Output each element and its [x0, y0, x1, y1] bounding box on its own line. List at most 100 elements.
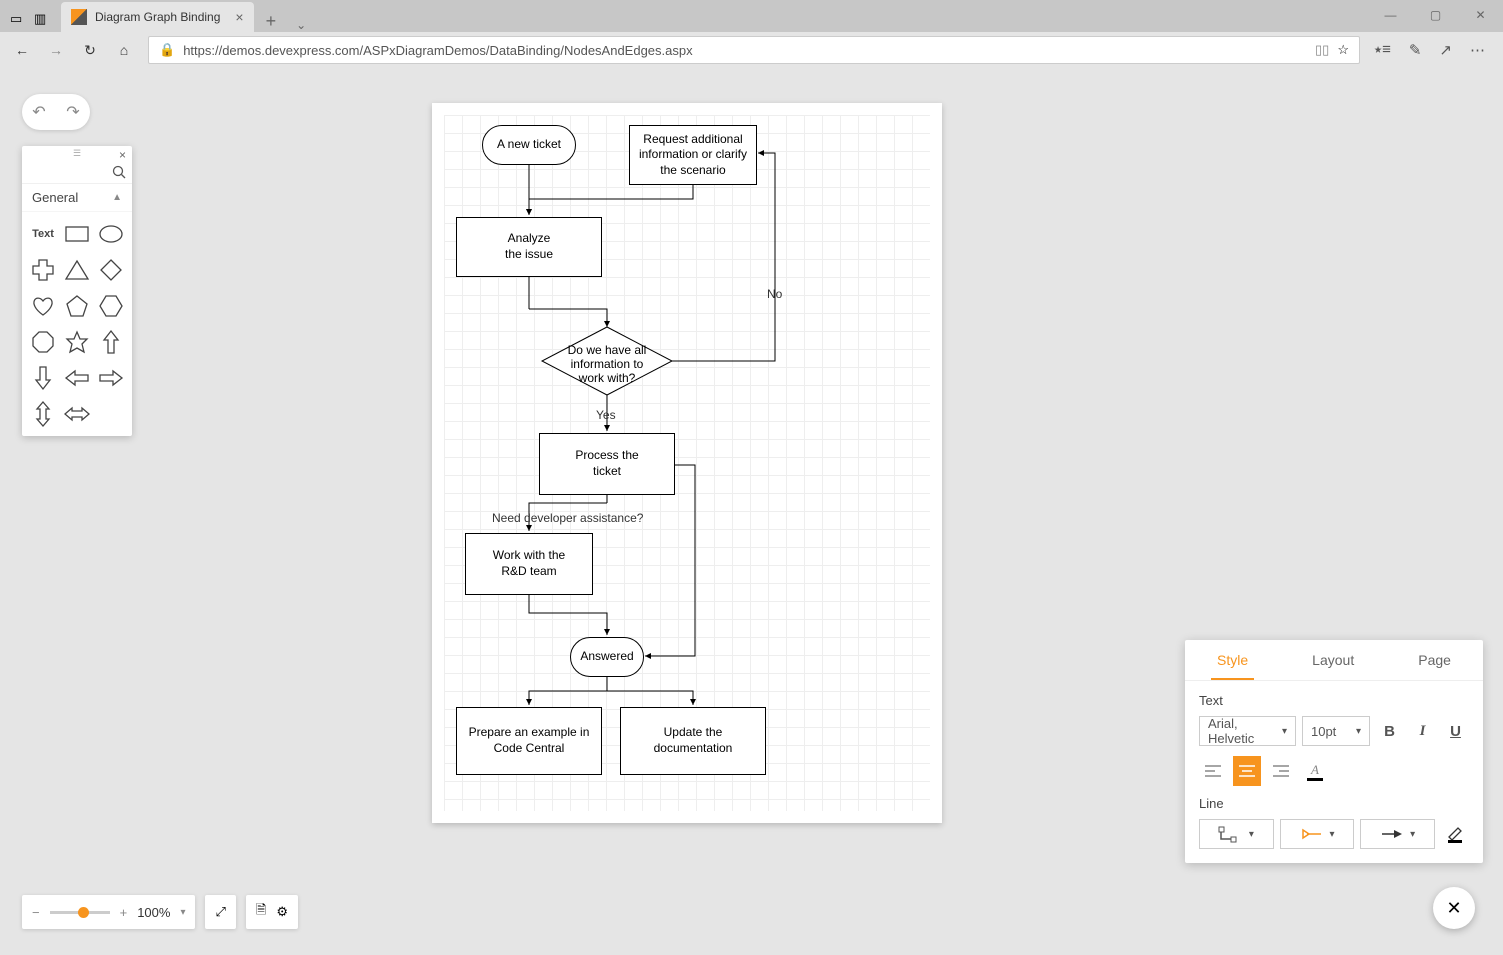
toolbox-group-header[interactable]: General ▲ — [22, 184, 132, 212]
undo-button[interactable]: ↶ — [32, 102, 45, 122]
italic-button[interactable]: I — [1409, 716, 1436, 746]
redo-button[interactable]: ↷ — [66, 102, 79, 122]
shape-up-arrow[interactable] — [96, 326, 126, 358]
tab-overflow-chevron-icon[interactable]: ⌄ — [288, 18, 314, 32]
line-style-dropdown[interactable]: ▾ — [1199, 819, 1274, 849]
tabs-icon2[interactable]: ▥ — [34, 11, 48, 25]
bold-button[interactable]: B — [1376, 716, 1403, 746]
url-box[interactable]: 🔒 ▯▯ ☆ — [148, 36, 1360, 64]
align-left-button[interactable] — [1199, 756, 1227, 786]
address-bar: ← → ↻ ⌂ 🔒 ▯▯ ☆ ⭑≡ ✎ ↗ ⋯ — [0, 32, 1503, 68]
node-prepare-example[interactable]: Prepare an example inCode Central — [456, 707, 602, 775]
shape-heart[interactable] — [28, 290, 58, 322]
diagram-canvas[interactable]: A new ticket Request additionalinformati… — [432, 103, 942, 823]
line-end-dropdown[interactable]: ▾ — [1360, 819, 1435, 849]
shape-hexagon[interactable] — [96, 290, 126, 322]
shape-left-arrow[interactable] — [62, 362, 92, 394]
toolbox-search[interactable] — [22, 161, 132, 184]
fullscreen-icon: ⤢ — [215, 904, 225, 920]
node-update-docs[interactable]: Update thedocumentation — [620, 707, 766, 775]
font-size-dropdown[interactable]: 10pt▾ — [1302, 716, 1370, 746]
zoom-value: 100% — [137, 905, 170, 920]
tab-page[interactable]: Page — [1412, 652, 1457, 680]
fullscreen-button[interactable]: ⤢ — [205, 895, 235, 929]
close-window-button[interactable]: ✕ — [1458, 0, 1503, 30]
shape-triangle[interactable] — [62, 254, 92, 286]
undo-redo-toolbar: ↶ ↷ — [22, 94, 90, 130]
favorites-list-icon[interactable]: ⭑≡ — [1374, 41, 1391, 59]
node-decision-text[interactable]: Do we have allinformation towork with? — [563, 343, 651, 385]
zoom-out-button[interactable]: − — [32, 905, 40, 920]
zoom-control: − + 100% ▾ — [22, 895, 195, 929]
url-input[interactable] — [183, 43, 1307, 58]
underline-button[interactable]: U — [1442, 716, 1469, 746]
browser-chrome: ▭ ▥ Diagram Graph Binding × + ⌄ — ▢ ✕ ← … — [0, 0, 1503, 68]
shape-cross[interactable] — [28, 254, 58, 286]
minimize-button[interactable]: — — [1368, 0, 1413, 30]
close-tab-icon[interactable]: × — [235, 9, 243, 25]
node-new-ticket[interactable]: A new ticket — [482, 125, 576, 165]
line-color-button[interactable] — [1441, 819, 1469, 849]
forward-button[interactable]: → — [46, 42, 66, 58]
close-icon: ✕ — [1446, 898, 1461, 919]
browser-tab[interactable]: Diagram Graph Binding × — [61, 2, 254, 32]
bottom-toolbar: − + 100% ▾ ⤢ 🗎 ⚙ — [22, 895, 298, 929]
toolbox-close-icon[interactable]: × — [119, 148, 126, 162]
home-button[interactable]: ⌂ — [114, 42, 134, 58]
close-panel-button[interactable]: ✕ — [1433, 887, 1475, 929]
refresh-button[interactable]: ↻ — [80, 42, 100, 59]
tabs-icon[interactable]: ▭ — [10, 11, 24, 25]
shape-diamond[interactable] — [96, 254, 126, 286]
shape-ellipse[interactable] — [96, 218, 126, 250]
shape-text[interactable]: Text — [28, 218, 58, 250]
shape-leftright-arrow[interactable] — [62, 398, 92, 430]
site-favicon — [71, 9, 87, 25]
edge-label-yes: Yes — [596, 408, 616, 422]
export-icon[interactable]: 🗎 — [256, 901, 266, 923]
back-button[interactable]: ← — [12, 42, 32, 58]
diagram-app: ↶ ↷ ☰ × General ▲ Text — [0, 68, 1503, 955]
zoom-in-button[interactable]: + — [120, 905, 128, 920]
shape-rectangle[interactable] — [62, 218, 92, 250]
align-center-button[interactable] — [1233, 756, 1261, 786]
tab-style[interactable]: Style — [1211, 652, 1254, 680]
shape-updown-arrow[interactable] — [28, 398, 58, 430]
node-request-info[interactable]: Request additionalinformation or clarify… — [629, 125, 757, 185]
search-icon — [112, 165, 126, 179]
zoom-slider[interactable] — [50, 911, 110, 914]
maximize-button[interactable]: ▢ — [1413, 0, 1458, 30]
shape-pentagon[interactable] — [62, 290, 92, 322]
lock-icon: 🔒 — [159, 42, 175, 58]
tab-strip: ▭ ▥ Diagram Graph Binding × + ⌄ — ▢ ✕ — [0, 0, 1503, 32]
shape-right-arrow[interactable] — [96, 362, 126, 394]
align-right-button[interactable] — [1267, 756, 1295, 786]
properties-panel: Style Layout Page Text Arial, Helvetic▾ … — [1185, 640, 1483, 863]
edge-label-no: No — [767, 287, 782, 301]
shape-octagon[interactable] — [28, 326, 58, 358]
tab-title: Diagram Graph Binding — [95, 10, 220, 24]
zoom-dropdown-icon[interactable]: ▾ — [180, 907, 185, 918]
page-settings-buttons: 🗎 ⚙ — [246, 895, 298, 929]
section-line-label: Line — [1199, 796, 1469, 811]
settings-gear-icon[interactable]: ⚙ — [276, 904, 288, 920]
font-color-button[interactable]: A — [1301, 756, 1329, 786]
section-text-label: Text — [1199, 693, 1469, 708]
more-icon[interactable]: ⋯ — [1470, 41, 1485, 59]
node-analyze[interactable]: Analyzethe issue — [456, 217, 602, 277]
shape-toolbox: ☰ × General ▲ Text — [22, 146, 132, 436]
notes-icon[interactable]: ✎ — [1409, 41, 1422, 59]
toolbox-drag-handle[interactable]: ☰ — [22, 146, 132, 161]
favorite-icon[interactable]: ☆ — [1337, 42, 1349, 58]
tab-layout[interactable]: Layout — [1306, 652, 1360, 680]
node-answered[interactable]: Answered — [570, 637, 644, 677]
node-process-ticket[interactable]: Process theticket — [539, 433, 675, 495]
reading-view-icon[interactable]: ▯▯ — [1315, 42, 1329, 58]
edge-label-need-dev: Need developer assistance? — [492, 511, 643, 525]
shape-star[interactable] — [62, 326, 92, 358]
shape-down-arrow[interactable] — [28, 362, 58, 394]
font-family-dropdown[interactable]: Arial, Helvetic▾ — [1199, 716, 1296, 746]
node-rd-team[interactable]: Work with theR&D team — [465, 533, 593, 595]
new-tab-button[interactable]: + — [254, 11, 289, 32]
share-icon[interactable]: ↗ — [1439, 41, 1452, 59]
line-start-dropdown[interactable]: ▾ — [1280, 819, 1355, 849]
